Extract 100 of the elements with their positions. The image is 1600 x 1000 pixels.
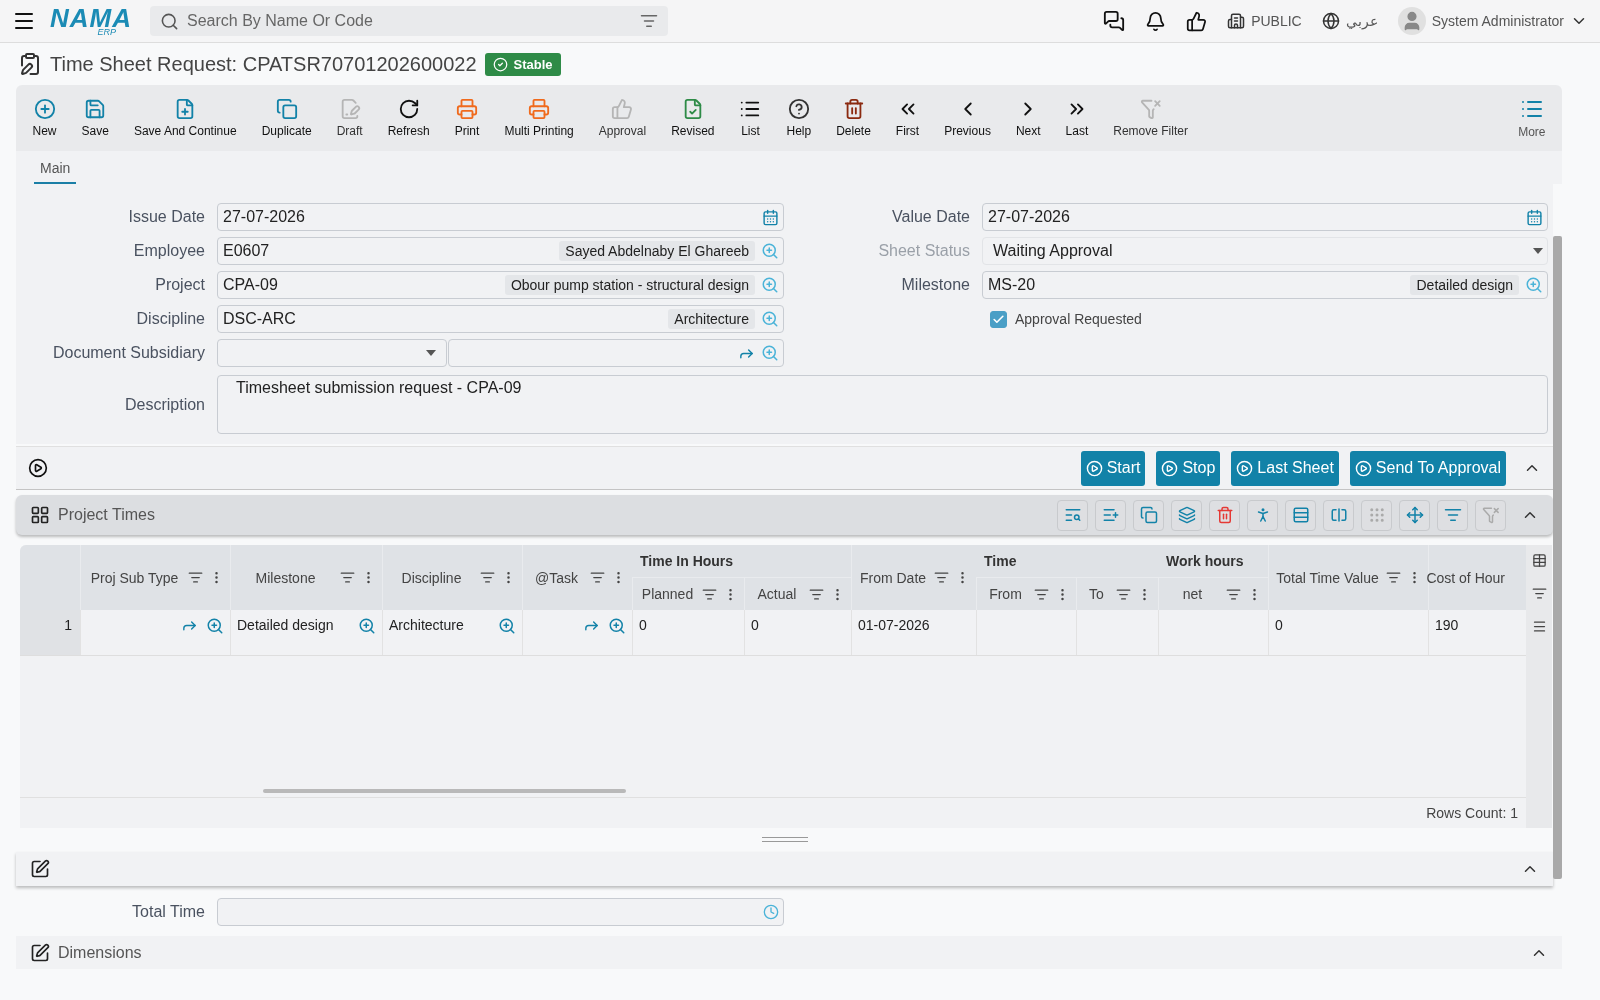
toolbar-button[interactable]: Multi Printing [491, 94, 587, 142]
user-menu[interactable]: System Administrator [1431, 13, 1564, 29]
search-plus-icon[interactable] [608, 617, 626, 635]
filter-icon[interactable] [480, 570, 495, 585]
filter-icon[interactable] [702, 586, 717, 602]
description-field[interactable]: Timesheet submission request - CPA-09 [217, 375, 1548, 434]
lookup-field[interactable] [448, 339, 784, 367]
section-title: Dimensions [58, 943, 142, 962]
dots-icon [1367, 506, 1386, 524]
checkbox[interactable] [990, 310, 1007, 328]
grid-tool-button[interactable] [1209, 499, 1240, 531]
thumbs-up-icon [611, 98, 634, 120]
search-plus-icon[interactable] [761, 242, 779, 260]
button-label: Send To Approval [1375, 459, 1501, 477]
language-link[interactable]: عربي [1345, 13, 1378, 29]
chat-icon[interactable] [1103, 10, 1126, 32]
column-header: Milestone [230, 545, 382, 610]
grid-tool-button[interactable] [1437, 499, 1468, 531]
action-button[interactable]: Last Sheet [1231, 450, 1339, 486]
calendar-icon [1526, 208, 1543, 226]
toolbar-button[interactable]: Help [774, 94, 824, 142]
column-header: Total Time Value [1268, 545, 1428, 610]
action-button[interactable]: Send To Approval [1349, 450, 1506, 486]
action-button[interactable]: Start [1080, 450, 1146, 486]
column-header: From [976, 578, 1076, 610]
column-header: @Task [522, 545, 632, 610]
grid-tool-button[interactable] [1247, 499, 1278, 531]
search-plus-icon[interactable] [358, 617, 376, 635]
search-plus-icon[interactable] [761, 310, 779, 328]
resize-handle[interactable] [761, 836, 808, 842]
toolbar-button[interactable]: Save And Continue [121, 94, 250, 142]
bell-icon[interactable] [1145, 10, 1167, 32]
field-label: Discipline [135, 310, 205, 328]
refresh-icon [397, 98, 420, 120]
check-icon [992, 312, 1005, 326]
grid-tool-button[interactable] [1095, 499, 1126, 531]
toolbar-button[interactable]: List [727, 94, 774, 142]
search-field[interactable]: Search By Name Or Code [185, 11, 634, 31]
toolbar-button[interactable]: Refresh [375, 94, 443, 142]
toolbar-button[interactable]: Previous [931, 94, 1004, 142]
table-icon[interactable] [1531, 553, 1547, 568]
play-icon [1236, 459, 1254, 477]
search-plus-icon[interactable] [206, 617, 224, 635]
filter-icon[interactable] [809, 586, 824, 602]
lookup-field[interactable]: DSC-ARC Architecture [217, 305, 784, 333]
toolbar-button[interactable]: Delete [823, 94, 884, 142]
select-field[interactable] [217, 339, 447, 367]
filter-icon[interactable] [640, 12, 658, 30]
toolbar-button[interactable]: First [883, 94, 932, 142]
search-plus-icon[interactable] [761, 276, 779, 294]
toolbar-button[interactable]: Last [1053, 94, 1101, 142]
lookup-field[interactable]: CPA-09 Obour pump station - structural design [217, 271, 784, 299]
toolbar-button[interactable]: Revised [658, 94, 727, 142]
play-icon[interactable] [28, 458, 48, 478]
filter-icon[interactable] [934, 570, 949, 585]
action-button[interactable]: Stop [1156, 450, 1221, 486]
filter-icon[interactable] [1116, 586, 1131, 602]
search-plus-icon[interactable] [498, 617, 516, 635]
lookup-field[interactable]: MS-20 Detailed design [982, 271, 1548, 299]
lookup-field[interactable]: E0607 Sayed Abdelnaby El Ghareeb [217, 237, 784, 265]
date-field[interactable]: 27-07-2026 [217, 203, 784, 231]
toolbar-button[interactable]: Print [442, 94, 492, 142]
grid-tool-button[interactable] [1133, 499, 1164, 531]
toolbar-button[interactable]: Next [1003, 94, 1054, 142]
toolbar-button[interactable]: Duplicate [249, 94, 325, 142]
grid-tool-button[interactable] [1171, 499, 1202, 531]
filter-icon[interactable] [188, 570, 203, 585]
edit-icon [30, 942, 50, 963]
grid-tool-button[interactable] [1057, 499, 1088, 531]
menu-icon[interactable] [1531, 619, 1547, 634]
grid-tool-button[interactable] [1323, 499, 1354, 531]
search-plus-icon[interactable] [761, 344, 779, 362]
time-field[interactable] [217, 898, 784, 926]
search-bar[interactable]: Search By Name Or Code [150, 6, 668, 36]
grid-tool-button[interactable] [1399, 499, 1430, 531]
filter-icon[interactable] [590, 570, 605, 585]
company-link[interactable]: PUBLIC [1251, 13, 1302, 29]
filter-icon[interactable] [1034, 586, 1049, 602]
thumbs-up-icon[interactable] [1186, 10, 1208, 32]
filter-icon[interactable] [340, 570, 355, 585]
filter-icon[interactable] [1386, 570, 1401, 585]
search-plus-icon[interactable] [1525, 276, 1543, 294]
grid-tool-button[interactable] [1285, 499, 1316, 531]
filter-icon[interactable] [1226, 586, 1241, 602]
column-group-header: Work hours [1158, 545, 1268, 578]
play-icon [1161, 459, 1179, 477]
toolbar-button[interactable]: Save [69, 94, 122, 142]
field-label: Total Time [131, 903, 205, 921]
status-label: Stable [513, 56, 553, 72]
date-field[interactable]: 27-07-2026 [982, 203, 1548, 231]
save-icon [84, 98, 107, 120]
filter-icon[interactable] [1531, 586, 1547, 601]
field-label: Issue Date [127, 208, 205, 226]
button-label: Last Sheet [1257, 459, 1334, 477]
name-tag: Architecture [668, 309, 755, 329]
more-button[interactable]: More [1505, 93, 1558, 143]
copy-icon [275, 98, 298, 120]
play-icon [1085, 459, 1103, 477]
column-header: net [1158, 578, 1268, 610]
toolbar-button[interactable]: New [20, 94, 69, 142]
